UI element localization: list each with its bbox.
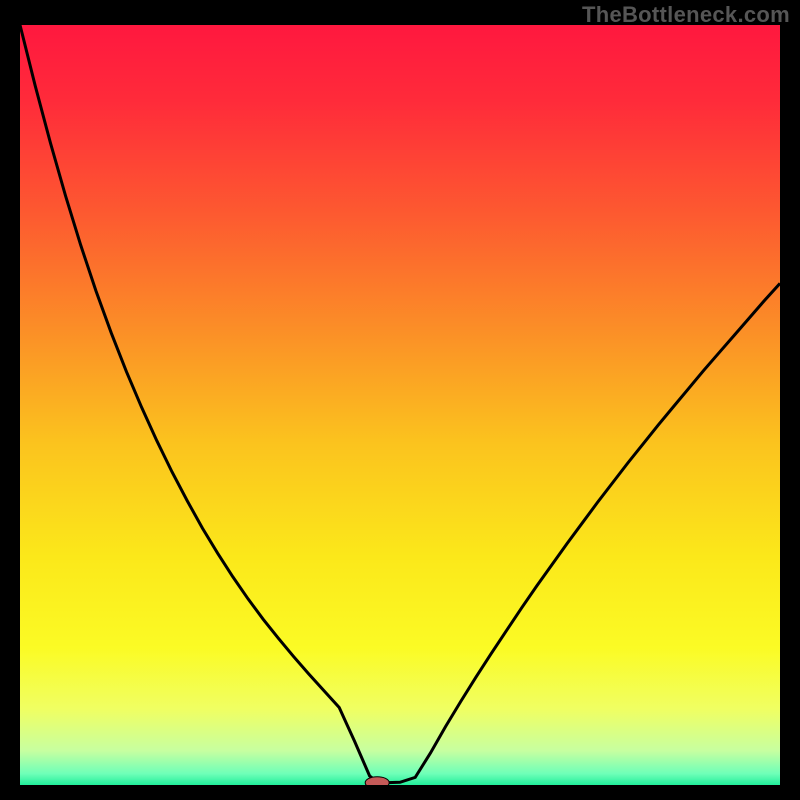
watermark-text: TheBottleneck.com [582, 2, 790, 28]
optimal-point-marker [365, 777, 389, 785]
plot-area [20, 25, 780, 785]
gradient-background [20, 25, 780, 785]
bottleneck-chart [20, 25, 780, 785]
chart-frame: TheBottleneck.com [0, 0, 800, 800]
